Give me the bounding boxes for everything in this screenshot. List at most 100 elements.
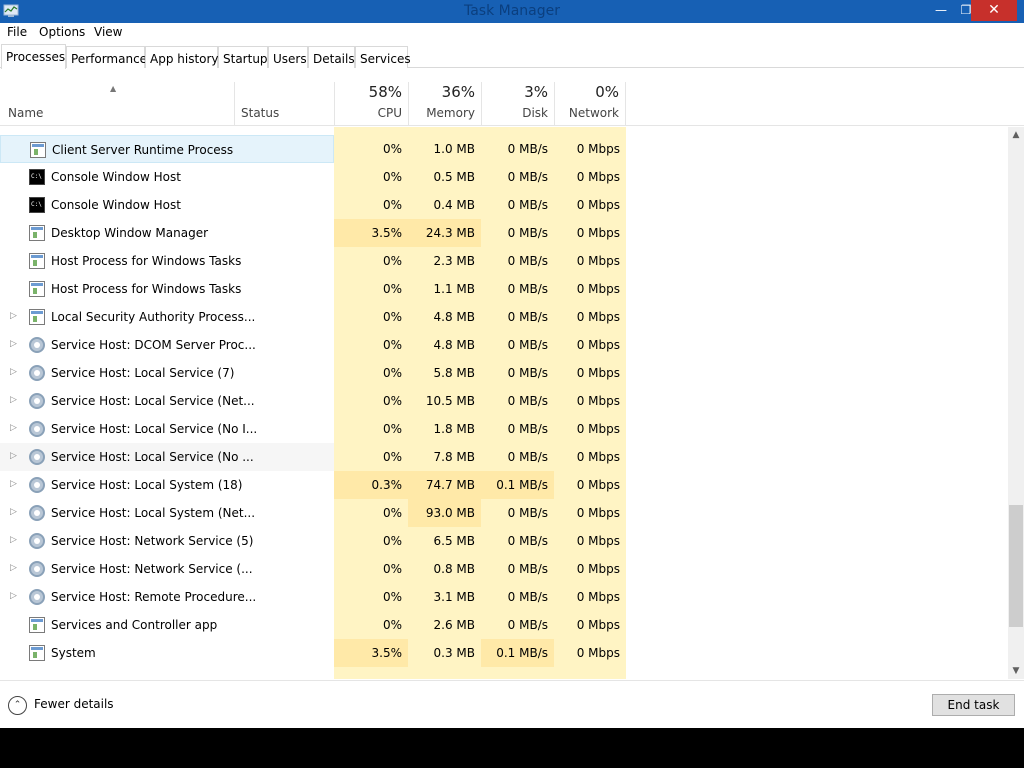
tab-startup[interactable]: Startup <box>218 46 268 68</box>
process-name-cell[interactable]: ▷ Service Host: Remote Procedure... <box>0 583 334 611</box>
memory-value: 4.8 MB <box>433 338 475 352</box>
process-name-cell[interactable]: ▷ Service Host: Local Service (Net... <box>0 387 334 415</box>
column-memory[interactable]: 36% Memory <box>408 82 481 126</box>
process-name-cell[interactable]: Host Process for Windows Tasks <box>0 275 334 303</box>
process-row[interactable]: ▷ Service Host: Local Service (No I... 0% 1… <box>0 415 626 443</box>
process-row[interactable]: ▷ Service Host: DCOM Server Proc... 0% 4.8 … <box>0 331 626 359</box>
network-value: 0 Mbps <box>576 226 620 240</box>
column-status-cell[interactable]: Status <box>234 82 334 126</box>
cpu-value: 0% <box>382 282 402 296</box>
process-name-cell[interactable]: C:\ Console Window Host <box>0 163 334 191</box>
console-icon: C:\ <box>29 197 45 213</box>
gear-icon <box>29 449 45 465</box>
network-value: 0 Mbps <box>576 394 620 408</box>
process-name-cell[interactable]: Host Process for Windows Tasks <box>0 247 334 275</box>
vertical-scrollbar[interactable]: ▲ ▼ <box>1008 127 1024 679</box>
expand-arrow-icon[interactable]: ▷ <box>10 367 18 377</box>
process-name-cell[interactable]: ▷ Service Host: Local System (18) <box>0 471 334 499</box>
gear-icon <box>29 337 45 353</box>
tab-users[interactable]: Users <box>268 46 308 68</box>
scroll-thumb[interactable] <box>1009 505 1023 627</box>
menu-options[interactable]: Options <box>39 25 85 39</box>
process-row[interactable]: Client Server Runtime Process 0% 1.0 MB 0 M… <box>0 135 626 163</box>
tab-services[interactable]: Services <box>355 46 411 68</box>
expand-arrow-icon[interactable]: ▷ <box>10 395 18 405</box>
process-row[interactable]: Host Process for Windows Tasks 0% 1.1 MB 0 … <box>0 275 626 303</box>
minimize-button[interactable]: — <box>928 0 954 21</box>
console-icon: C:\ <box>29 169 45 185</box>
network-value: 0 Mbps <box>576 618 620 632</box>
process-row[interactable]: ▷ Service Host: Remote Procedure... 0% 3.1 … <box>0 583 626 611</box>
process-row[interactable]: ▷ Service Host: Network Service (5) 0% 6.5 … <box>0 527 626 555</box>
title-bar[interactable]: Task Manager — ❐ ✕ <box>0 0 1024 23</box>
fewer-details-link[interactable]: Fewer details <box>34 697 114 711</box>
tab-app-history[interactable]: App history <box>145 46 219 68</box>
expand-arrow-icon[interactable]: ▷ <box>10 339 18 349</box>
process-name: Service Host: DCOM Server Proc... <box>51 338 256 352</box>
cpu-value: 0% <box>382 198 402 212</box>
expand-arrow-icon[interactable]: ▷ <box>10 507 18 517</box>
menu-view[interactable]: View <box>94 25 122 39</box>
process-name-cell[interactable]: ▷ Service Host: Local System (Net... <box>0 499 334 527</box>
close-button[interactable]: ✕ <box>971 0 1017 21</box>
network-value: 0 Mbps <box>576 422 620 436</box>
process-row[interactable]: ▷ Service Host: Local Service (Net... 0% 10… <box>0 387 626 415</box>
process-row[interactable]: ▷ Service Host: Network Service (... 0% 0.8… <box>0 555 626 583</box>
process-row[interactable]: C:\ Console Window Host 0% 0.4 MB 0 MB/s 0 Mb… <box>0 191 626 219</box>
process-row[interactable]: ▷ Service Host: Local Service (7) 0% 5.8 MB… <box>0 359 626 387</box>
tab-processes[interactable]: Processes <box>1 44 66 69</box>
process-name-cell[interactable]: Services and Controller app <box>0 611 334 639</box>
process-row[interactable]: C:\ Console Window Host 0% 0.5 MB 0 MB/s 0 Mb… <box>0 163 626 191</box>
menu-file[interactable]: File <box>7 25 27 39</box>
scroll-down-icon[interactable]: ▼ <box>1008 663 1024 679</box>
expand-arrow-icon[interactable]: ▷ <box>10 479 18 489</box>
expand-arrow-icon[interactable]: ▷ <box>10 311 18 321</box>
memory-value: 0.8 MB <box>433 562 475 576</box>
process-row[interactable]: ▷ Service Host: Local Service (No ... 0% 7.… <box>0 443 626 471</box>
process-name: Service Host: Network Service (... <box>51 562 253 576</box>
expand-arrow-icon[interactable]: ▷ <box>10 563 18 573</box>
process-name: Desktop Window Manager <box>51 226 209 240</box>
cpu-value: 0% <box>382 142 402 156</box>
process-row[interactable]: System 3.5% 0.3 MB 0.1 MB/s 0 Mbps <box>0 639 626 667</box>
column-network[interactable]: 0% Network <box>554 82 626 126</box>
process-row[interactable]: ▷ Service Host: Local System (Net... 0% 93.… <box>0 499 626 527</box>
process-row[interactable]: ▷ Service Host: Local System (18) 0.3% 74.7… <box>0 471 626 499</box>
expand-arrow-icon[interactable]: ▷ <box>10 451 18 461</box>
column-name[interactable]: Name <box>8 106 43 120</box>
chevron-up-icon[interactable]: ⌃ <box>8 696 27 715</box>
end-task-button[interactable]: End task <box>932 694 1015 716</box>
process-list[interactable]: Client Server Runtime Process 0% 1.0 MB 0 M… <box>0 127 1008 679</box>
disk-value: 0 MB/s <box>507 254 548 268</box>
process-name-cell[interactable]: ▷ Local Security Authority Process... <box>0 303 334 331</box>
process-name-cell[interactable]: ▷ Service Host: DCOM Server Proc... <box>0 331 334 359</box>
tab-performance[interactable]: Performance <box>66 46 147 68</box>
process-name-cell[interactable]: System <box>0 639 334 667</box>
disk-value: 0 MB/s <box>507 562 548 576</box>
process-name-cell[interactable]: Client Server Runtime Process <box>0 135 334 163</box>
process-name-cell[interactable]: Desktop Window Manager <box>0 219 334 247</box>
process-name: Console Window Host <box>51 170 181 184</box>
tab-details[interactable]: Details <box>308 46 355 68</box>
memory-value: 4.8 MB <box>433 310 475 324</box>
expand-arrow-icon[interactable]: ▷ <box>10 423 18 433</box>
process-row[interactable]: Host Process for Windows Tasks 0% 2.3 MB 0 … <box>0 247 626 275</box>
window-title: Task Manager <box>463 3 561 19</box>
cpu-value: 0% <box>382 506 402 520</box>
column-disk[interactable]: 3% Disk <box>481 82 554 126</box>
process-name: Host Process for Windows Tasks <box>51 254 242 268</box>
expand-arrow-icon[interactable]: ▷ <box>10 535 18 545</box>
process-row[interactable]: Desktop Window Manager 3.5% 24.3 MB 0 MB/s 0… <box>0 219 626 247</box>
process-name-cell[interactable]: ▷ Service Host: Network Service (5) <box>0 527 334 555</box>
scroll-up-icon[interactable]: ▲ <box>1008 127 1024 143</box>
expand-arrow-icon[interactable]: ▷ <box>10 591 18 601</box>
process-name-cell[interactable]: ▷ Service Host: Local Service (No I... <box>0 415 334 443</box>
process-row[interactable]: ▷ Local Security Authority Process... 0% 4.… <box>0 303 626 331</box>
process-row[interactable]: Services and Controller app 0% 2.6 MB 0 MB/… <box>0 611 626 639</box>
process-name-cell[interactable]: ▷ Service Host: Network Service (... <box>0 555 334 583</box>
process-name-cell[interactable]: ▷ Service Host: Local Service (No ... <box>0 443 334 471</box>
window-icon <box>29 309 45 325</box>
process-name-cell[interactable]: ▷ Service Host: Local Service (7) <box>0 359 334 387</box>
column-cpu[interactable]: 58% CPU <box>334 82 408 126</box>
process-name-cell[interactable]: C:\ Console Window Host <box>0 191 334 219</box>
